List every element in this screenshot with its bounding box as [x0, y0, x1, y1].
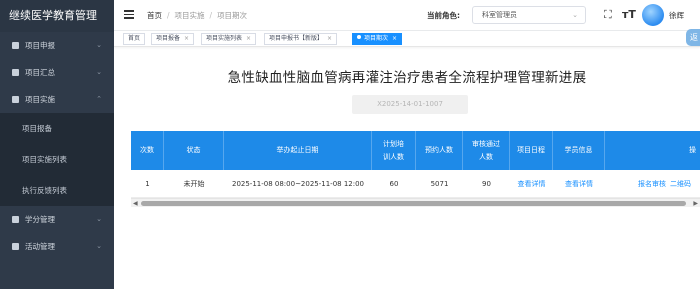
sidebar: 继续医学教育管理 项目申报 ⌄ 项目汇总 ⌄ 项目实施 ⌃ 项目报备 项目实施列表 执… [0, 0, 114, 289]
credit-icon [12, 216, 19, 223]
col-header-planned: 计划培训人数 [372, 131, 416, 170]
document-icon [12, 42, 19, 49]
sidebar-subitem-project-report[interactable]: 项目报备 [0, 113, 114, 144]
table-row: 1 未开始 2025-11-08 08:00~2025-11-08 12:00 … [131, 170, 700, 198]
sidebar-submenu: 项目报备 项目实施列表 执行反馈列表 [0, 113, 114, 206]
tab-label: 项目实施列表 [206, 35, 243, 42]
sidebar-item-project-summary[interactable]: 项目汇总 ⌄ [0, 59, 114, 86]
cell-approved: 90 [482, 180, 491, 188]
tab-application-new[interactable]: 项目申报书【新版】 × [264, 33, 338, 45]
table-header: 次数 状态 举办起止日期 计划培训人数 预约人数 审核通过人数 项目日程 学员信… [131, 131, 700, 170]
sidebar-subitem-feedback-list[interactable]: 执行反馈列表 [0, 175, 114, 206]
chevron-down-icon: ⌄ [96, 68, 102, 76]
sidebar-item-project-apply[interactable]: 项目申报 ⌄ [0, 32, 114, 59]
avatar[interactable] [642, 4, 664, 26]
student-detail-link[interactable]: 查看详情 [553, 170, 605, 198]
scroll-left-icon[interactable]: ◀ [133, 200, 138, 207]
role-select-value: 科室管理员 [482, 11, 517, 19]
breadcrumb-home[interactable]: 首页 [147, 11, 162, 20]
breadcrumb-current: 项目期次 [217, 11, 248, 20]
role-label: 当前角色: [427, 11, 460, 20]
fullscreen-icon[interactable]: ⛶ [604, 8, 612, 22]
tab-project-report[interactable]: 项目报备 × [151, 33, 195, 45]
chevron-down-icon: ⌄ [96, 242, 102, 250]
close-icon[interactable]: × [392, 35, 397, 42]
project-code: X2025-14-01-1007 [352, 95, 468, 114]
col-header-schedule: 项目日程 [510, 131, 553, 170]
col-header-dates: 举办起止日期 [224, 131, 372, 170]
sidebar-item-label: 项目实施 [25, 95, 55, 104]
summary-icon [12, 69, 19, 76]
breadcrumb: 首页 / 项目实施 / 项目期次 [147, 11, 248, 20]
tab-label: 首页 [128, 35, 141, 42]
sidebar-item-activity[interactable]: 活动管理 ⌄ [0, 233, 114, 260]
cell-planned: 60 [389, 180, 399, 188]
cell-booked: 5071 [430, 180, 449, 188]
col-header-status: 状态 [164, 131, 224, 170]
col-header-booked: 预约人数 [416, 131, 463, 170]
top-header: 首页 / 项目实施 / 项目期次 当前角色: 科室管理员 ⌄ ⛶ ᴛT 徐辉 [114, 0, 700, 31]
session-table: 次数 状态 举办起止日期 计划培训人数 预约人数 审核通过人数 项目日程 学员信… [131, 131, 700, 207]
sidebar-item-credit[interactable]: 学分管理 ⌄ [0, 206, 114, 233]
font-size-icon[interactable]: ᴛT [622, 8, 636, 21]
tab-label: 项目报备 [156, 35, 181, 42]
chevron-down-icon: ⌄ [96, 215, 102, 223]
enroll-review-link[interactable]: 报名审核 [635, 170, 669, 198]
col-header-actions: 操 [689, 146, 696, 154]
page-title: 急性缺血性脑血管病再灌注治疗患者全流程护理管理新进展 [227, 70, 587, 86]
col-header-approved: 审核通过人数 [463, 131, 510, 170]
tab-home[interactable]: 首页 [123, 33, 146, 45]
chevron-down-icon: ⌄ [572, 11, 578, 19]
tab-label: 项目期次 [364, 35, 389, 42]
app-brand: 继续医学教育管理 [0, 0, 114, 32]
cell-times: 1 [145, 180, 150, 188]
breadcrumb-implement: 项目实施 [174, 11, 205, 20]
col-header-times: 次数 [131, 131, 164, 170]
role-select[interactable]: 科室管理员 ⌄ [472, 6, 586, 24]
briefcase-icon [12, 96, 19, 103]
tab-label: 项目申报书【新版】 [269, 35, 324, 42]
menu-toggle-icon[interactable] [124, 10, 134, 20]
calendar-icon [12, 243, 19, 250]
qr-code-link[interactable]: 二维码 [670, 170, 700, 198]
tab-session[interactable]: 项目期次 × [352, 33, 403, 45]
chevron-up-icon: ⌃ [96, 95, 102, 103]
tab-implement-list[interactable]: 项目实施列表 × [201, 33, 257, 45]
scrollbar-thumb[interactable] [141, 201, 686, 206]
schedule-detail-link[interactable]: 查看详情 [510, 170, 553, 198]
sidebar-item-project-implement[interactable]: 项目实施 ⌃ [0, 86, 114, 113]
cell-dates: 2025-11-08 08:00~2025-11-08 12:00 [231, 180, 365, 188]
sidebar-item-label: 学分管理 [25, 215, 55, 224]
username[interactable]: 徐辉 [669, 10, 684, 21]
side-panel-button[interactable]: 返 [686, 29, 700, 46]
chevron-down-icon: ⌄ [96, 41, 102, 49]
active-dot-icon [357, 35, 361, 39]
tab-bar: 首页 项目报备 × 项目实施列表 × 项目申报书【新版】 × 项目期次 × [114, 31, 700, 47]
close-icon[interactable]: × [184, 35, 189, 42]
cell-status: 未开始 [183, 180, 205, 188]
scroll-right-icon[interactable]: ▶ [693, 200, 698, 207]
close-icon[interactable]: × [246, 35, 251, 42]
sidebar-item-label: 项目申报 [25, 41, 55, 50]
horizontal-scrollbar[interactable]: ◀ ▶ [131, 198, 700, 207]
sidebar-subitem-implement-list[interactable]: 项目实施列表 [0, 144, 114, 175]
col-header-students: 学员信息 [553, 131, 605, 170]
close-icon[interactable]: × [327, 35, 332, 42]
sidebar-item-label: 活动管理 [25, 242, 55, 251]
sidebar-item-label: 项目汇总 [25, 68, 55, 77]
